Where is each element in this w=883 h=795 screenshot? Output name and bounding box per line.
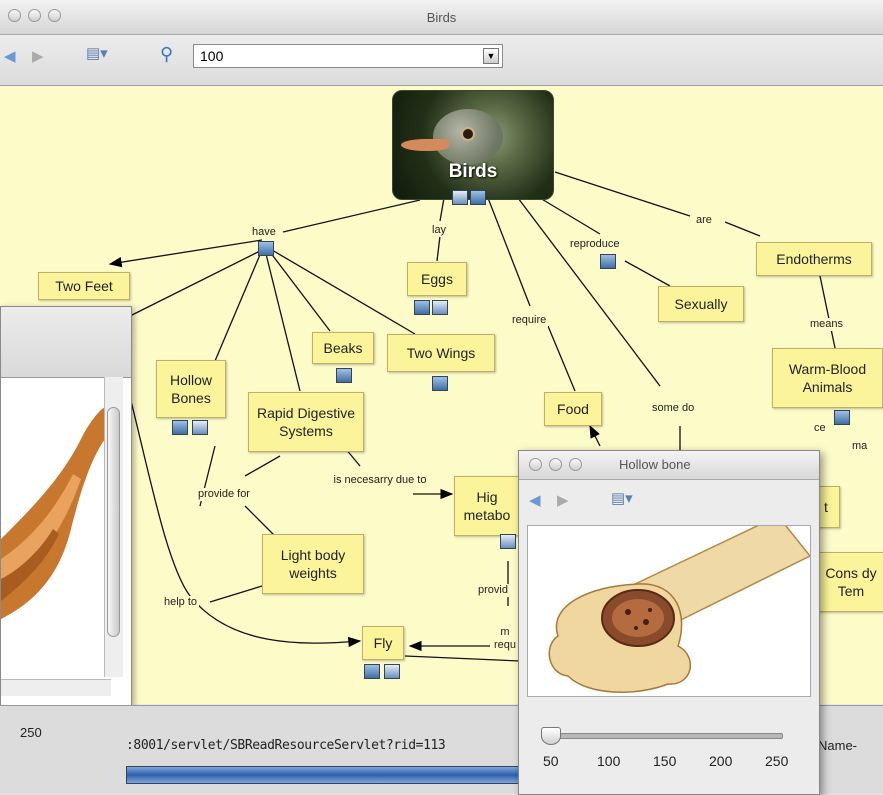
scrollbar-thumb[interactable] xyxy=(107,407,120,637)
concept-hollow-bones[interactable]: Hollow Bones xyxy=(156,360,226,418)
back-arrow-icon[interactable]: ◀ xyxy=(529,491,541,509)
link-label-help-to: help to xyxy=(162,596,200,609)
link-label-provide-for: provide for xyxy=(196,488,252,501)
resource-image-icon[interactable] xyxy=(258,241,274,256)
slider-tick: 50 xyxy=(543,753,559,769)
back-arrow-icon[interactable]: ◀ xyxy=(4,47,16,65)
link-label-have: have xyxy=(250,226,278,239)
wing-window-toolbar xyxy=(1,307,131,378)
slider-tick: 250 xyxy=(765,753,789,769)
resource-doc-icon[interactable] xyxy=(432,300,448,315)
resource-doc-icon[interactable] xyxy=(384,664,400,679)
zoom-window-button[interactable] xyxy=(569,458,582,471)
name-column-label: Name- xyxy=(818,738,858,753)
zoom-field[interactable]: 100 xyxy=(193,44,503,68)
concept-warm-blooded-animals[interactable]: Warm-Blood Animals xyxy=(772,348,883,408)
resource-image-icon[interactable] xyxy=(336,368,352,383)
window-titlebar: Birds xyxy=(0,0,883,35)
concept-rapid-digestive-systems[interactable]: Rapid Digestive Systems xyxy=(248,392,364,452)
horizontal-scrollbar[interactable] xyxy=(1,679,111,696)
concept-food[interactable]: Food xyxy=(544,392,602,426)
resource-image-icon[interactable] xyxy=(470,190,486,205)
resource-image-icon[interactable] xyxy=(364,664,380,679)
zoom-slider-track[interactable] xyxy=(541,733,783,739)
concept-higher-metabolism[interactable]: Hig metabo xyxy=(454,476,520,536)
close-window-button[interactable] xyxy=(529,458,542,471)
loading-progress-bar xyxy=(126,766,528,784)
link-label-is-necessary: is necesarry due to xyxy=(330,474,430,487)
zoom-slider-knob[interactable] xyxy=(541,727,561,745)
link-label-some-do: some do xyxy=(650,402,697,415)
resource-image-icon[interactable] xyxy=(172,420,188,435)
link-label-lay: lay xyxy=(430,224,449,237)
bone-window-title: Hollow bone xyxy=(619,457,691,472)
zoom-icon: ⚲ xyxy=(160,44,174,64)
zoom-dropdown-button[interactable]: ▼ xyxy=(483,48,499,64)
link-label-may-require: m requ xyxy=(490,626,520,652)
link-label-means: means xyxy=(808,318,846,331)
slider-tick: 150 xyxy=(653,753,677,769)
birds-concept-label: Birds xyxy=(448,161,498,182)
concept-light-body-weights[interactable]: Light body weights xyxy=(262,534,364,594)
resource-doc-icon[interactable] xyxy=(500,534,516,549)
slider-tick: 100 xyxy=(597,753,621,769)
vertical-scrollbar[interactable] xyxy=(104,377,123,677)
concept-eggs[interactable]: Eggs xyxy=(407,262,467,296)
link-label-require: require xyxy=(510,314,549,327)
link-label-are: are xyxy=(694,214,714,227)
concept-two-wings[interactable]: Two Wings xyxy=(387,334,495,372)
concept-beaks[interactable]: Beaks xyxy=(312,332,374,364)
wing-image xyxy=(1,407,105,619)
hollow-bone-image xyxy=(527,525,811,697)
link-label-reproduce: reproduce xyxy=(568,238,622,251)
status-url-text: :8001/servlet/SBReadResourceServlet?rid=… xyxy=(126,738,446,753)
resource-image-icon[interactable] xyxy=(600,254,616,269)
link-label-ce: ce xyxy=(812,422,828,435)
concept-fly[interactable]: Fly xyxy=(362,626,404,660)
concept-body-temperature-fragment[interactable]: Cons dy Tem xyxy=(818,552,883,612)
view-menu-icon[interactable]: ▤▾ xyxy=(86,44,108,62)
resource-image-icon[interactable] xyxy=(432,376,448,391)
resource-doc-icon[interactable] xyxy=(452,190,468,205)
left-slider-tick-250: 250 xyxy=(20,725,42,740)
resource-image-icon[interactable] xyxy=(414,300,430,315)
wing-image-window xyxy=(0,306,132,706)
concept-two-feet[interactable]: Two Feet xyxy=(38,272,130,300)
concept-endotherms[interactable]: Endotherms xyxy=(756,242,872,276)
resource-doc-icon[interactable] xyxy=(192,420,208,435)
forward-arrow-icon[interactable]: ▶ xyxy=(557,491,569,509)
link-label-ma: ma xyxy=(850,440,870,453)
forward-arrow-icon[interactable]: ▶ xyxy=(32,47,44,65)
birds-concept-image[interactable]: Birds xyxy=(392,90,554,200)
view-menu-icon[interactable]: ▤▾ xyxy=(611,489,633,507)
link-label-provid: provid xyxy=(476,584,510,597)
minimize-window-button[interactable] xyxy=(549,458,562,471)
bone-window-titlebar: Hollow bone xyxy=(519,451,819,480)
window-title: Birds xyxy=(426,10,457,25)
resource-image-icon[interactable] xyxy=(834,410,850,425)
concept-sexually[interactable]: Sexually xyxy=(658,286,744,322)
hollow-bone-window: Hollow bone ◀ ▶ ▤▾ 50 100 150 200 250 xyxy=(518,450,820,795)
slider-tick: 200 xyxy=(709,753,733,769)
